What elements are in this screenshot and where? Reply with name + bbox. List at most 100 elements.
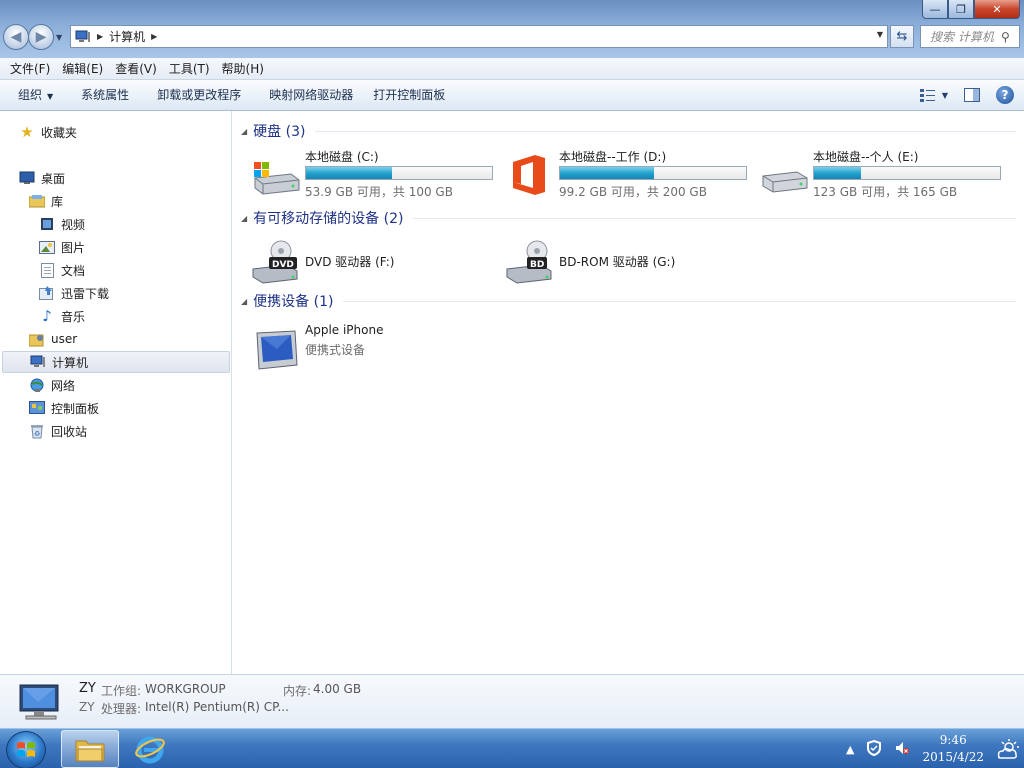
- taskbar-ie-button[interactable]: [121, 730, 179, 768]
- caption-buttons: — ❐ ✕: [922, 0, 1020, 19]
- drive-usage-bar: [813, 166, 1001, 180]
- nav-label: 回收站: [51, 424, 88, 439]
- nav-desktop[interactable]: 桌面: [19, 167, 65, 189]
- maximize-button[interactable]: ❐: [948, 0, 974, 19]
- nav-computer[interactable]: 计算机: [2, 351, 230, 373]
- nav-thunder-downloads[interactable]: 迅雷下载: [39, 282, 109, 304]
- preview-pane-button[interactable]: [962, 85, 982, 105]
- details-pane: ZY 工作组: WORKGROUP 内存: 4.00 GB ZY 处理器: In…: [0, 674, 1024, 728]
- nav-user[interactable]: user: [29, 328, 77, 350]
- nav-favorites[interactable]: ★ 收藏夹: [19, 121, 77, 143]
- address-dropdown[interactable]: ▼: [877, 30, 883, 39]
- dvd-drive-icon: DVD: [252, 240, 298, 284]
- svg-text:BD: BD: [530, 260, 544, 270]
- menu-edit[interactable]: 编辑(E): [56, 59, 109, 79]
- menu-bar: 文件(F) 编辑(E) 查看(V) 工具(T) 帮助(H): [0, 58, 1024, 80]
- clock-date: 2015/4/22: [922, 750, 984, 764]
- recent-pages-dropdown[interactable]: ▼: [56, 33, 66, 42]
- map-network-drive-button[interactable]: 映射网络驱动器: [259, 83, 363, 107]
- nav-control-panel[interactable]: 控制面板: [29, 397, 99, 419]
- security-shield-icon[interactable]: [866, 739, 882, 759]
- nav-documents[interactable]: 文档: [39, 259, 85, 281]
- download-folder-icon: [39, 285, 55, 301]
- internet-explorer-icon: [135, 736, 165, 764]
- view-controls: ▼ ?: [919, 85, 1014, 105]
- drive-g[interactable]: BD BD-ROM 驱动器 (G:): [505, 235, 755, 287]
- folder-icon: [75, 740, 105, 762]
- drive-name: BD-ROM 驱动器 (G:): [559, 255, 676, 269]
- refresh-icon: ⇆: [896, 29, 908, 44]
- system-properties-button[interactable]: 系统属性: [71, 83, 139, 107]
- svg-text:DVD: DVD: [272, 260, 294, 270]
- breadcrumb-separator[interactable]: ▶: [97, 32, 103, 41]
- weather-gadget[interactable]: [992, 729, 1024, 768]
- drive-usage-fill: [560, 167, 654, 179]
- drive-space-info: 123 GB 可用，共 165 GB: [813, 185, 958, 199]
- drive-space-info: 53.9 GB 可用，共 100 GB: [305, 185, 453, 199]
- uninstall-program-button[interactable]: 卸载或更改程序: [147, 83, 251, 107]
- music-note-icon: ♪: [42, 307, 52, 325]
- forward-button[interactable]: ▶: [28, 24, 54, 50]
- nav-network[interactable]: 网络: [29, 374, 75, 396]
- collapse-icon: ◢: [241, 126, 248, 136]
- back-button[interactable]: ◀: [3, 24, 29, 50]
- clock-time: 9:46: [939, 733, 967, 747]
- nav-label: 收藏夹: [41, 125, 78, 140]
- menu-tools[interactable]: 工具(T): [163, 59, 216, 79]
- network-globe-icon: [29, 377, 45, 393]
- memory-label: 内存:: [283, 684, 312, 698]
- close-button[interactable]: ✕: [974, 0, 1020, 19]
- processor-value: Intel(R) Pentium(R) CP...: [145, 700, 289, 714]
- breadcrumb-computer[interactable]: 计算机: [109, 28, 145, 45]
- organize-button[interactable]: 组织 ▼: [8, 83, 63, 107]
- group-title: 硬盘 (3): [253, 124, 306, 140]
- device-iphone[interactable]: Apple iPhone 便携式设备: [251, 323, 501, 375]
- processor-label: 处理器:: [101, 702, 142, 716]
- nav-label: 库: [51, 194, 64, 209]
- nav-libraries[interactable]: 库: [29, 190, 63, 212]
- start-button[interactable]: [6, 731, 46, 768]
- group-hard-disks[interactable]: ◢ 硬盘 (3): [241, 121, 1016, 141]
- drive-d[interactable]: 本地磁盘--工作 (D:) 99.2 GB 可用，共 200 GB: [505, 148, 755, 200]
- volume-muted-icon[interactable]: [894, 740, 910, 759]
- nav-music[interactable]: ♪ 音乐: [39, 305, 85, 327]
- nav-videos[interactable]: 视频: [39, 213, 85, 235]
- change-view-button[interactable]: ▼: [919, 88, 948, 102]
- taskbar-explorer-button[interactable]: [61, 730, 119, 768]
- chevron-down-icon: ▼: [941, 90, 948, 100]
- group-portable-devices[interactable]: ◢ 便携设备 (1): [241, 291, 1016, 311]
- windows-logo-icon: [17, 742, 35, 757]
- help-button[interactable]: ?: [996, 86, 1014, 104]
- clock[interactable]: 9:46 2015/4/22: [922, 732, 984, 766]
- bd-rom-drive-icon: BD: [506, 240, 552, 284]
- menu-view[interactable]: 查看(V): [109, 59, 163, 79]
- drive-usage-fill: [814, 167, 862, 179]
- navigation-buttons: ◀ ▶ ▼: [3, 24, 66, 50]
- breadcrumb-separator[interactable]: ▶: [151, 32, 157, 41]
- search-box[interactable]: ⚲: [920, 25, 1020, 48]
- computer-name: ZY: [79, 681, 96, 696]
- address-bar[interactable]: ▶ 计算机 ▶ ▼: [70, 25, 888, 48]
- document-icon: [39, 262, 55, 278]
- menu-file[interactable]: 文件(F): [4, 59, 56, 79]
- drive-e[interactable]: 本地磁盘--个人 (E:) 123 GB 可用，共 165 GB: [759, 148, 1009, 200]
- drive-c[interactable]: 本地磁盘 (C:) 53.9 GB 可用，共 100 GB: [251, 148, 501, 200]
- computer-icon: [19, 684, 59, 720]
- open-control-panel-button[interactable]: 打开控制面板: [363, 83, 455, 107]
- nav-pictures[interactable]: 图片: [39, 236, 85, 258]
- picture-icon: [39, 239, 55, 255]
- control-panel-icon: [29, 400, 45, 416]
- nav-label: 视频: [61, 217, 86, 232]
- search-input[interactable]: [921, 26, 1001, 47]
- refresh-button[interactable]: ⇆: [890, 25, 914, 48]
- group-removable-storage[interactable]: ◢ 有可移动存储的设备 (2): [241, 208, 1016, 228]
- group-title: 有可移动存储的设备 (2): [253, 211, 404, 227]
- nav-recycle-bin[interactable]: ♻ 回收站: [29, 420, 87, 442]
- video-icon: [39, 216, 55, 232]
- workgroup-value: WORKGROUP: [145, 682, 226, 696]
- drive-f[interactable]: DVD DVD 驱动器 (F:): [251, 235, 501, 287]
- menu-help[interactable]: 帮助(H): [216, 59, 270, 79]
- memory-value: 4.00 GB: [313, 682, 362, 696]
- minimize-button[interactable]: —: [922, 0, 948, 19]
- show-hidden-icons-button[interactable]: ▲: [846, 743, 854, 756]
